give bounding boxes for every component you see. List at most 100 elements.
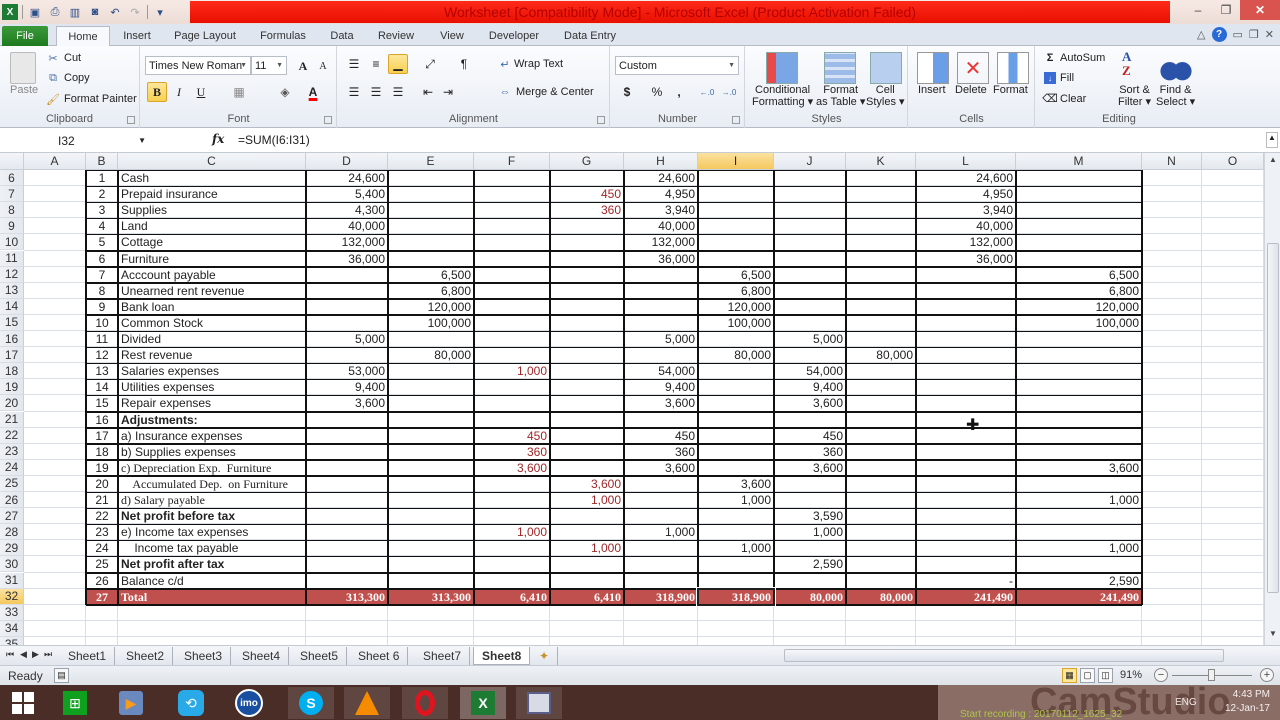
amount-cell[interactable]: 5,000: [624, 331, 698, 347]
account-name-cell[interactable]: e) Income tax expenses: [118, 524, 306, 540]
account-name-cell[interactable]: Adjustments:: [118, 412, 306, 428]
row-number-cell[interactable]: 2: [86, 186, 118, 202]
column-header-d[interactable]: D: [306, 153, 388, 170]
autosum-button[interactable]: AutoSum: [1060, 52, 1105, 64]
amount-cell[interactable]: 100,000: [1016, 315, 1142, 331]
zoom-level[interactable]: 91%: [1120, 669, 1142, 681]
eraser-icon[interactable]: ⌫: [1042, 92, 1058, 105]
vertical-scroll-thumb[interactable]: [1267, 243, 1279, 593]
opera-icon[interactable]: [402, 687, 448, 719]
worksheet-grid[interactable]: A B C D E F G H I J K L M N O 6 1 Cash 24,600 24,600 24,600 7…: [0, 153, 1264, 645]
account-name-cell[interactable]: Utilities expenses: [118, 379, 306, 395]
insert-cells-button[interactable]: Insert: [918, 84, 946, 96]
font-size-select[interactable]: 11 ▼: [251, 56, 287, 75]
amount-cell[interactable]: 6,800: [698, 283, 774, 299]
number-format-select[interactable]: Custom ▼: [615, 56, 739, 75]
amount-cell[interactable]: 6,800: [388, 283, 474, 299]
amount-cell[interactable]: 1,000: [698, 540, 774, 556]
amount-cell[interactable]: 360: [474, 444, 550, 460]
column-header-k[interactable]: K: [846, 153, 916, 170]
amount-cell[interactable]: 241,490: [1016, 589, 1142, 605]
format-as-table-button[interactable]: Format as Table ▾: [816, 84, 865, 108]
amount-cell[interactable]: 9,400: [774, 379, 846, 395]
sheet-tab-sheet6[interactable]: Sheet 6: [350, 647, 409, 665]
sort-filter-button[interactable]: Sort & Filter ▾: [1118, 84, 1151, 108]
expand-formula-bar-button[interactable]: ▲: [1266, 132, 1278, 148]
amount-cell[interactable]: 3,940: [916, 202, 1016, 218]
fill-button[interactable]: Fill: [1060, 72, 1074, 84]
row-header-11[interactable]: 11: [0, 250, 24, 267]
language-indicator[interactable]: ENG: [1175, 697, 1197, 708]
row-number-cell[interactable]: 8: [86, 283, 118, 299]
amount-cell[interactable]: 6,800: [1016, 283, 1142, 299]
amount-cell[interactable]: 4,950: [624, 186, 698, 202]
format-cells-button[interactable]: Format: [993, 84, 1028, 96]
amount-cell[interactable]: 318,900: [624, 589, 698, 605]
account-name-cell[interactable]: Net profit before tax: [118, 508, 306, 524]
amount-cell[interactable]: 132,000: [624, 234, 698, 250]
cut-icon[interactable]: ✂: [46, 51, 60, 65]
row-number-cell[interactable]: 11: [86, 331, 118, 347]
grow-font-button[interactable]: A: [293, 56, 313, 76]
amount-cell[interactable]: 24,600: [624, 170, 698, 186]
row-number-cell[interactable]: 13: [86, 363, 118, 379]
decrease-indent-icon[interactable]: ⇤: [418, 82, 438, 102]
amount-cell[interactable]: 24,600: [916, 170, 1016, 186]
amount-cell[interactable]: 450: [624, 428, 698, 444]
shareit-icon[interactable]: ⟲: [168, 687, 214, 719]
row-header-16[interactable]: 16: [0, 331, 24, 348]
row-number-cell[interactable]: 3: [86, 202, 118, 218]
amount-cell[interactable]: 241,490: [916, 589, 1016, 605]
insert-function-icon[interactable]: fx: [212, 132, 224, 146]
fill-icon[interactable]: ↓: [1044, 72, 1056, 84]
account-name-cell[interactable]: Supplies: [118, 202, 306, 218]
amount-cell[interactable]: 1,000: [474, 363, 550, 379]
column-header-j[interactable]: J: [774, 153, 846, 170]
prev-sheet-icon[interactable]: ◀: [20, 649, 27, 660]
row-header-31[interactable]: 31: [0, 572, 24, 589]
cell-styles-button[interactable]: Cell Styles ▾: [866, 84, 905, 108]
amount-cell[interactable]: 120,000: [1016, 299, 1142, 315]
select-all-corner[interactable]: [0, 153, 24, 170]
row-number-cell[interactable]: 4: [86, 218, 118, 234]
close-button[interactable]: ✕: [1240, 0, 1280, 20]
delete-cells-icon[interactable]: ✕: [957, 52, 989, 84]
zoom-out-button[interactable]: −: [1154, 668, 1168, 682]
increase-indent-icon[interactable]: ⇥: [438, 82, 458, 102]
row-header-22[interactable]: 22: [0, 427, 24, 444]
tab-home[interactable]: Home: [56, 26, 110, 47]
row-header-29[interactable]: 29: [0, 540, 24, 557]
skype-icon[interactable]: S: [288, 687, 334, 719]
account-name-cell[interactable]: Unearned rent revenue: [118, 283, 306, 299]
font-name-select[interactable]: Times New Roman ▼: [145, 56, 251, 75]
amount-cell[interactable]: 80,000: [388, 347, 474, 363]
vlc-icon[interactable]: [344, 687, 390, 719]
row-number-cell[interactable]: 6: [86, 251, 118, 267]
align-right-icon[interactable]: ☰: [388, 82, 408, 102]
row-header-18[interactable]: 18: [0, 363, 24, 380]
tab-developer[interactable]: Developer: [484, 26, 544, 46]
amount-cell[interactable]: 36,000: [306, 251, 388, 267]
amount-cell[interactable]: 450: [774, 428, 846, 444]
font-color-button[interactable]: A: [303, 82, 323, 102]
row-header-15[interactable]: 15: [0, 314, 24, 331]
account-name-cell[interactable]: c) Depreciation Exp. Furniture: [118, 460, 306, 476]
amount-cell[interactable]: 80,000: [846, 589, 916, 605]
restore-button[interactable]: ❐: [1212, 0, 1240, 20]
account-name-cell[interactable]: Common Stock: [118, 315, 306, 331]
account-name-cell[interactable]: Rest revenue: [118, 347, 306, 363]
row-header-9[interactable]: 9: [0, 218, 24, 235]
bold-button[interactable]: B: [147, 82, 167, 102]
insert-sheet-icon[interactable]: ✦: [531, 647, 559, 665]
next-sheet-icon[interactable]: ▶: [32, 649, 39, 660]
column-header-f[interactable]: F: [474, 153, 550, 170]
amount-cell[interactable]: 1,000: [1016, 540, 1142, 556]
tab-data[interactable]: Data: [326, 26, 358, 46]
zoom-slider-thumb[interactable]: [1208, 669, 1215, 681]
account-name-cell[interactable]: d) Salary payable: [118, 492, 306, 508]
column-header-o[interactable]: O: [1202, 153, 1264, 170]
column-header-g[interactable]: G: [550, 153, 624, 170]
amount-cell[interactable]: 1,000: [1016, 492, 1142, 508]
amount-cell[interactable]: 4,300: [306, 202, 388, 218]
zoom-in-button[interactable]: +: [1260, 668, 1274, 682]
